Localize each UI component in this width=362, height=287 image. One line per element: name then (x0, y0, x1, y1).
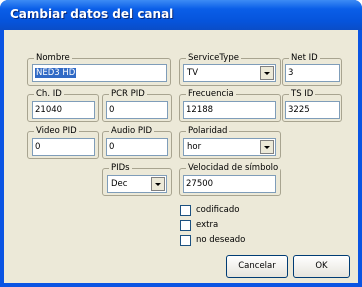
extra-checkbox[interactable] (180, 220, 191, 231)
dialog-body: Nombre NED3 HD ServiceType TV Net ID 3 C… (4, 30, 358, 283)
polaridad-select[interactable]: hor (183, 138, 276, 156)
velocidad-field[interactable]: 27500 (183, 175, 276, 193)
frecuencia-label: Frecuencia (186, 89, 236, 100)
pids-label: PIDs (109, 163, 132, 174)
nombre-field[interactable]: NED3 HD (32, 64, 167, 82)
cancel-button[interactable]: Cancelar (226, 255, 288, 278)
servicetype-label: ServiceType (186, 53, 241, 64)
ch-id-label: Ch. ID (34, 89, 64, 100)
servicetype-value: TV (187, 68, 199, 78)
extra-label: extra (196, 220, 219, 230)
nombre-value: NED3 HD (35, 68, 77, 78)
pids-value: Dec (111, 179, 128, 189)
title-bar[interactable]: Cambiar datos del canal (0, 0, 362, 30)
codificado-checkbox[interactable] (180, 205, 191, 216)
velocidad-label: Velocidad de símbolo (186, 163, 281, 174)
pcr-pid-label: PCR PID (109, 89, 147, 100)
video-pid-label: Video PID (34, 126, 79, 137)
frecuencia-field[interactable]: 12188 (183, 101, 276, 119)
codificado-label: codificado (196, 205, 240, 215)
servicetype-select[interactable]: TV (183, 64, 276, 82)
no-deseado-checkbox[interactable] (180, 235, 191, 246)
polaridad-label: Polaridad (186, 126, 230, 137)
chevron-down-icon[interactable] (260, 66, 274, 80)
ts-id-field[interactable]: 3225 (285, 101, 340, 119)
chevron-down-icon[interactable] (151, 177, 165, 191)
ts-id-label: TS ID (289, 89, 316, 100)
net-id-label: Net ID (289, 53, 320, 64)
no-deseado-label: no deseado (196, 235, 246, 245)
ch-id-field[interactable]: 21040 (32, 101, 95, 119)
net-id-field[interactable]: 3 (285, 64, 340, 82)
audio-pid-field[interactable]: 0 (106, 138, 168, 156)
dialog-window: Cambiar datos del canal Nombre NED3 HD S… (0, 0, 362, 287)
chevron-down-icon[interactable] (260, 140, 274, 154)
pids-select[interactable]: Dec (107, 175, 167, 193)
window-title: Cambiar datos del canal (10, 7, 174, 21)
nombre-label: Nombre (34, 53, 72, 64)
polaridad-value: hor (187, 142, 202, 152)
audio-pid-label: Audio PID (109, 126, 155, 137)
video-pid-field[interactable]: 0 (32, 138, 95, 156)
ok-button[interactable]: OK (293, 255, 350, 278)
pcr-pid-field[interactable]: 0 (106, 101, 168, 119)
